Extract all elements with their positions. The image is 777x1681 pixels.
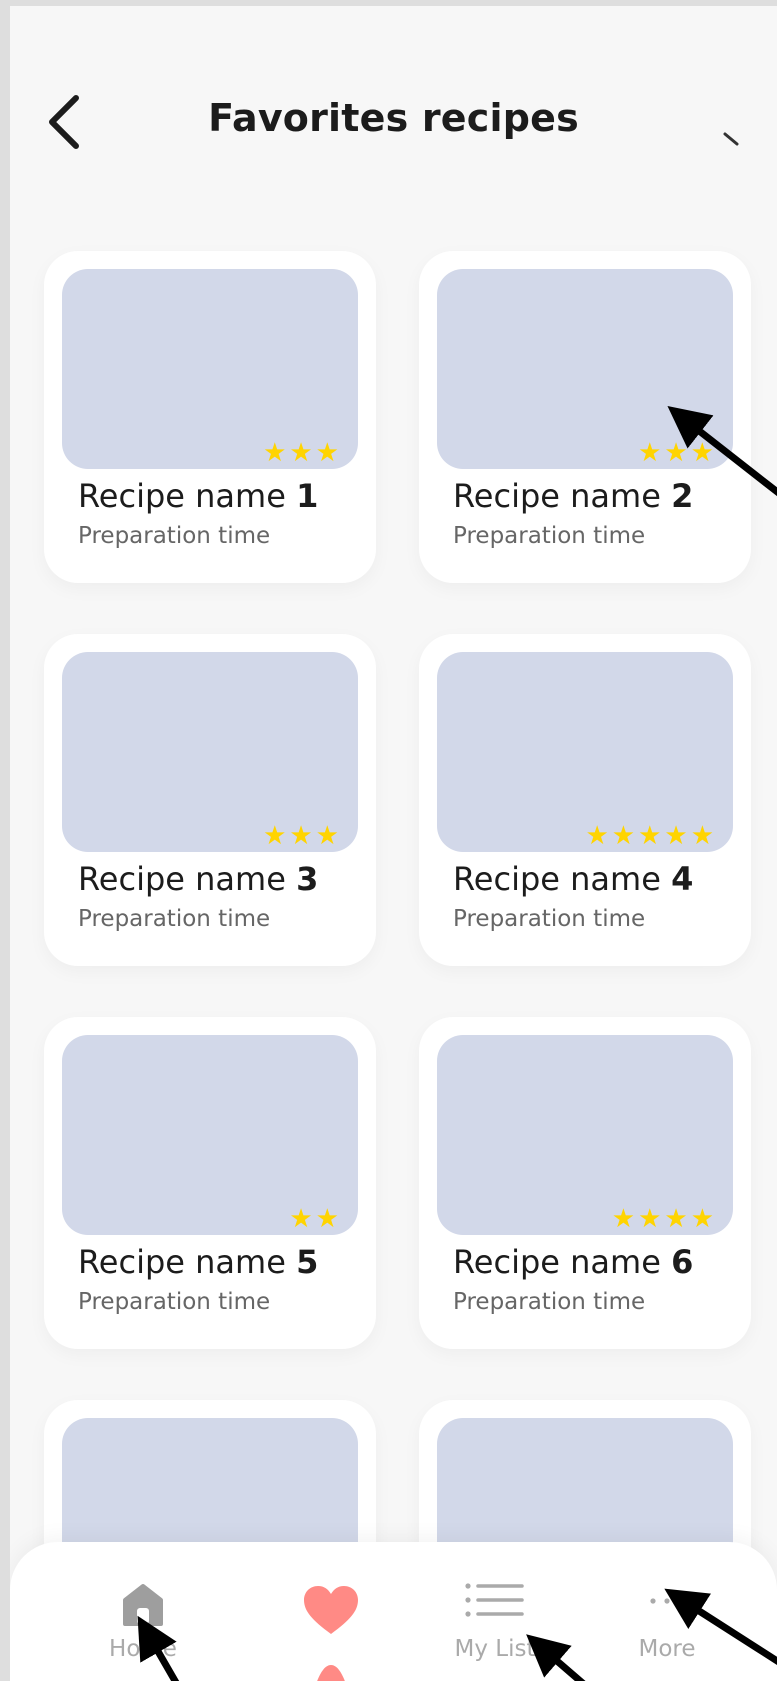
header-tick-mark	[723, 132, 739, 146]
preparation-time: Preparation time	[78, 1289, 271, 1315]
heart-icon	[304, 1586, 358, 1634]
recipe-image: ★★★	[62, 269, 358, 469]
preparation-time: Preparation time	[78, 906, 271, 932]
nav-home-label: Home	[109, 1636, 177, 1662]
recipe-name: Recipe name 6	[453, 1243, 694, 1281]
recipe-card[interactable]: ★★★★ Recipe name 6 Preparation time	[419, 1017, 751, 1349]
recipe-card[interactable]: ★★★ Recipe name 2 Preparation time	[419, 251, 751, 583]
rating-stars: ★★	[289, 1204, 342, 1234]
recipe-name: Recipe name 2	[453, 477, 694, 515]
active-indicator	[317, 1665, 345, 1681]
recipe-image: ★★★	[62, 652, 358, 852]
recipe-card[interactable]: ★★ Recipe name 5 Preparation time	[44, 1017, 376, 1349]
home-icon	[123, 1584, 163, 1626]
recipe-image: ★★★★	[437, 1035, 733, 1235]
recipe-card[interactable]: ★★★ Recipe name 3 Preparation time	[44, 634, 376, 966]
recipe-name: Recipe name 3	[78, 860, 319, 898]
recipe-name: Recipe name 5	[78, 1243, 319, 1281]
recipe-image: ★★	[62, 1035, 358, 1235]
nav-mylist-label: My List	[454, 1636, 536, 1662]
recipe-image: ★★★★★	[437, 652, 733, 852]
favorites-screen: Favorites recipes ★★★ Recipe name 1 Prep…	[10, 6, 777, 1681]
recipe-name: Recipe name 1	[78, 477, 319, 515]
page-title: Favorites recipes	[208, 96, 579, 140]
preparation-time: Preparation time	[78, 523, 271, 549]
nav-more[interactable]: More	[587, 1542, 747, 1681]
recipe-card[interactable]: ★★★ Recipe name 1 Preparation time	[44, 251, 376, 583]
list-icon	[465, 1583, 524, 1617]
rating-stars: ★★★	[638, 438, 717, 468]
recipe-card[interactable]: ★★★★★ Recipe name 4 Preparation time	[419, 634, 751, 966]
nav-favorites[interactable]	[251, 1542, 411, 1681]
rating-stars: ★★★★	[611, 1204, 717, 1234]
more-dots-icon	[650, 1598, 684, 1604]
nav-home[interactable]: Home	[63, 1542, 223, 1681]
rating-stars: ★★★	[263, 438, 342, 468]
recipe-name: Recipe name 4	[453, 860, 694, 898]
bottom-nav: Home My List More	[10, 1542, 777, 1681]
preparation-time: Preparation time	[453, 906, 646, 932]
rating-stars: ★★★★★	[585, 821, 717, 851]
recipe-image: ★★★	[437, 269, 733, 469]
nav-mylist[interactable]: My List	[415, 1542, 575, 1681]
preparation-time: Preparation time	[453, 523, 646, 549]
header: Favorites recipes	[10, 6, 777, 186]
rating-stars: ★★★	[263, 821, 342, 851]
preparation-time: Preparation time	[453, 1289, 646, 1315]
nav-more-label: More	[638, 1636, 696, 1662]
